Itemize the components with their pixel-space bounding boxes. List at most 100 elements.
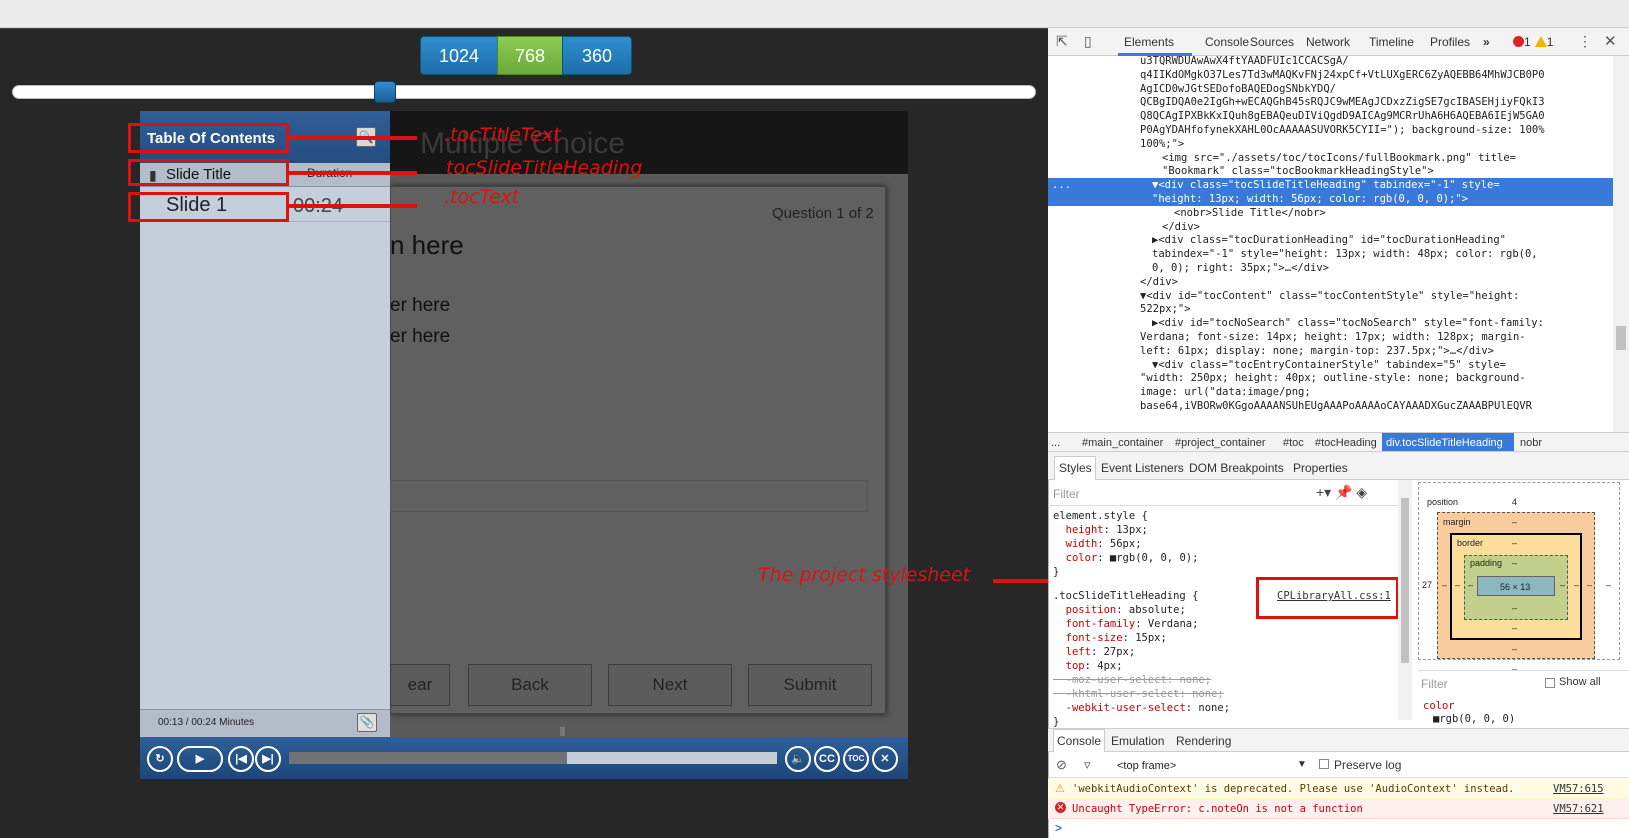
css-line[interactable]: } [1053,716,1059,728]
css-line[interactable]: left: 27px; [1053,646,1136,658]
tab-rendering[interactable]: Rendering [1176,734,1231,748]
breadcrumb-item[interactable]: nobr [1520,437,1542,449]
dom-selected-ellipsis[interactable]: ... [1052,178,1071,192]
dom-line[interactable]: Verdana; font-size: 14px; height: 17px; … [1140,330,1526,344]
css-line[interactable]: -khtml-user-select: none; [1053,688,1224,700]
css-line[interactable]: font-family: Verdana; [1053,618,1199,630]
menu-icon[interactable]: ⋮ [1578,33,1592,50]
dom-line[interactable]: "Bookmark" class="tocBookmarkHeadingStyl… [1162,164,1434,178]
dom-line[interactable]: 0, 0); right: 35px;">…</div> [1152,261,1329,275]
css-line[interactable]: font-size: 15px; [1053,632,1167,644]
breadcrumb-item[interactable]: div.tocSlideTitleHeading [1386,437,1503,449]
dom-tree[interactable]: u3TQRWDUAwAwX4ftYAADFUIc1CCACSgA/q4IIKdO… [1048,56,1613,432]
tab-sources[interactable]: Sources [1250,35,1294,49]
tab-elements[interactable]: Elements [1124,35,1174,49]
closed-captions-icon[interactable]: CC [814,746,840,772]
dom-scrollbar-thumb[interactable] [1616,326,1626,350]
dom-line[interactable]: image: url("data:image/png; [1140,385,1311,399]
dom-line[interactable]: "height: 13px; width: 56px; color: rgb(0… [1152,192,1468,206]
next-icon[interactable]: ▶| [255,746,281,772]
tab-properties[interactable]: Properties [1293,461,1348,475]
width-slider-track[interactable] [12,85,1036,99]
dom-line[interactable]: 100%;"> [1140,137,1184,151]
warning-source-link[interactable]: VM57:615 [1553,783,1604,795]
tab-drawer-console[interactable]: Console [1057,734,1101,748]
tab-styles[interactable]: Styles [1059,461,1092,475]
dom-line[interactable]: <img src="./assets/toc/tocIcons/fullBook… [1162,151,1516,165]
toc-icon[interactable]: TOC [843,746,869,772]
more-tabs-icon[interactable]: » [1483,35,1490,49]
next-button[interactable]: Next [608,664,732,706]
device-mode-icon[interactable]: ▯ [1084,33,1092,50]
dom-line[interactable]: u3TQRWDUAwAwX4ftYAADFUIc1CCACSgA/ [1140,56,1349,68]
audio-icon[interactable]: 🔈 [785,746,811,772]
resolution-768-button[interactable]: 768 [497,36,563,75]
previous-icon[interactable]: |◀ [228,746,254,772]
frame-select[interactable]: <top frame> [1117,760,1176,772]
error-warning-counter[interactable]: 11 [1513,35,1553,49]
tab-emulation[interactable]: Emulation [1111,734,1164,748]
resolution-360-button[interactable]: 360 [562,36,632,75]
breadcrumb-item[interactable]: ... [1051,437,1060,449]
dom-line[interactable]: ▼<div id="tocContent" class="tocContentS… [1140,289,1519,303]
tab-console[interactable]: Console [1205,35,1249,49]
filter-icon[interactable]: ▿ [1084,757,1091,773]
dom-line[interactable]: "width: 250px; height: 40px; outline-sty… [1140,371,1526,385]
close-devtools-icon[interactable]: ✕ [1604,32,1617,50]
preserve-log-checkbox[interactable] [1319,759,1329,769]
inspect-icon[interactable]: ⇱ [1056,33,1068,50]
play-icon[interactable]: ▶ [177,746,223,772]
resize-handle[interactable] [560,727,565,736]
show-all-checkbox[interactable] [1545,678,1555,688]
dom-line[interactable]: QCBgIDQA0e2IgGh+wECAQGhB45sRQJC9wMEAgJCD… [1140,95,1545,109]
new-rule-icon[interactable]: +​▾ 📌 ◈ [1316,484,1367,501]
dom-line[interactable]: </div> [1140,275,1178,289]
width-slider-thumb[interactable] [374,81,396,103]
css-line[interactable]: element.style { [1053,510,1148,522]
breadcrumb-item[interactable]: #toc [1283,437,1304,449]
computed-property[interactable]: color [1423,700,1455,712]
error-source-link[interactable]: VM57:621 [1553,803,1604,815]
answer-option-2[interactable]: er here [390,326,450,348]
dom-line[interactable]: q4IIKdOMgkO37Les7Td3wMAQKvFNj24xpCf+VtLU… [1140,68,1545,82]
css-line[interactable]: height: 13px; [1053,524,1148,536]
dom-line[interactable]: </div> [1162,220,1200,234]
dom-line[interactable]: tabindex="-1" style="height: 13px; width… [1152,247,1538,261]
dom-line[interactable]: left: 61px; display: none; margin-top: 2… [1140,344,1494,358]
styles-filter-placeholder[interactable]: Filter [1053,487,1080,501]
dom-line[interactable]: P0AgYDAHfofynekXAHL0OcAAAAASUVORK5CYII="… [1140,123,1545,137]
css-line[interactable]: width: 56px; [1053,538,1142,550]
submit-button[interactable]: Submit [748,664,872,706]
tab-profiles[interactable]: Profiles [1430,35,1470,49]
dom-line[interactable]: ▶<div id="tocNoSearch" class="tocNoSearc… [1152,316,1544,330]
tab-dom-breakpoints[interactable]: DOM Breakpoints [1189,461,1284,475]
css-line[interactable]: color: ■rgb(0, 0, 0); [1053,552,1199,564]
css-line[interactable]: } [1053,566,1059,578]
dom-line[interactable]: ▼<div class="tocEntryContainerStyle" tab… [1152,358,1506,372]
rewind-icon[interactable]: ↻ [147,746,173,772]
dom-line[interactable]: <nobr>Slide Title</nobr> [1174,206,1326,220]
dom-line[interactable]: ▼<div class="tocSlideTitleHeading" tabin… [1152,178,1500,192]
css-line[interactable]: .tocSlideTitleHeading { [1053,590,1198,602]
breadcrumb-item[interactable]: #main_container [1082,437,1163,449]
tab-timeline[interactable]: Timeline [1369,35,1414,49]
css-line[interactable]: top: 4px; [1053,660,1123,672]
attachment-icon[interactable]: 📎 [357,713,377,732]
computed-filter-placeholder[interactable]: Filter [1421,677,1448,691]
console-prompt[interactable]: > [1055,821,1062,835]
breadcrumb-item[interactable]: #tocHeading [1315,437,1377,449]
resolution-1024-button[interactable]: 1024 [420,36,498,75]
answer-option-1[interactable]: er here [390,295,450,317]
back-button[interactable]: Back [468,664,592,706]
close-icon[interactable]: ✕ [872,746,898,772]
breadcrumb-item[interactable]: #project_container [1175,437,1266,449]
dom-line[interactable]: ▶<div class="tocDurationHeading" id="toc… [1152,233,1506,247]
dom-line[interactable]: AgICD0wJGtSEDofoBAQEDogSNbkYDQ/ [1140,82,1336,96]
styles-scrollbar-thumb[interactable] [1401,498,1409,663]
dom-line[interactable]: Q8QCAgIPXBkKxIQuh8gEBAQeuDIViQgdD9AICAg9… [1140,109,1545,123]
tab-network[interactable]: Network [1306,35,1350,49]
dom-line[interactable]: 522px;"> [1140,302,1191,316]
clear-console-icon[interactable]: ⊘ [1056,757,1067,773]
tab-event-listeners[interactable]: Event Listeners [1101,461,1184,475]
css-line[interactable]: position: absolute; [1053,604,1186,616]
